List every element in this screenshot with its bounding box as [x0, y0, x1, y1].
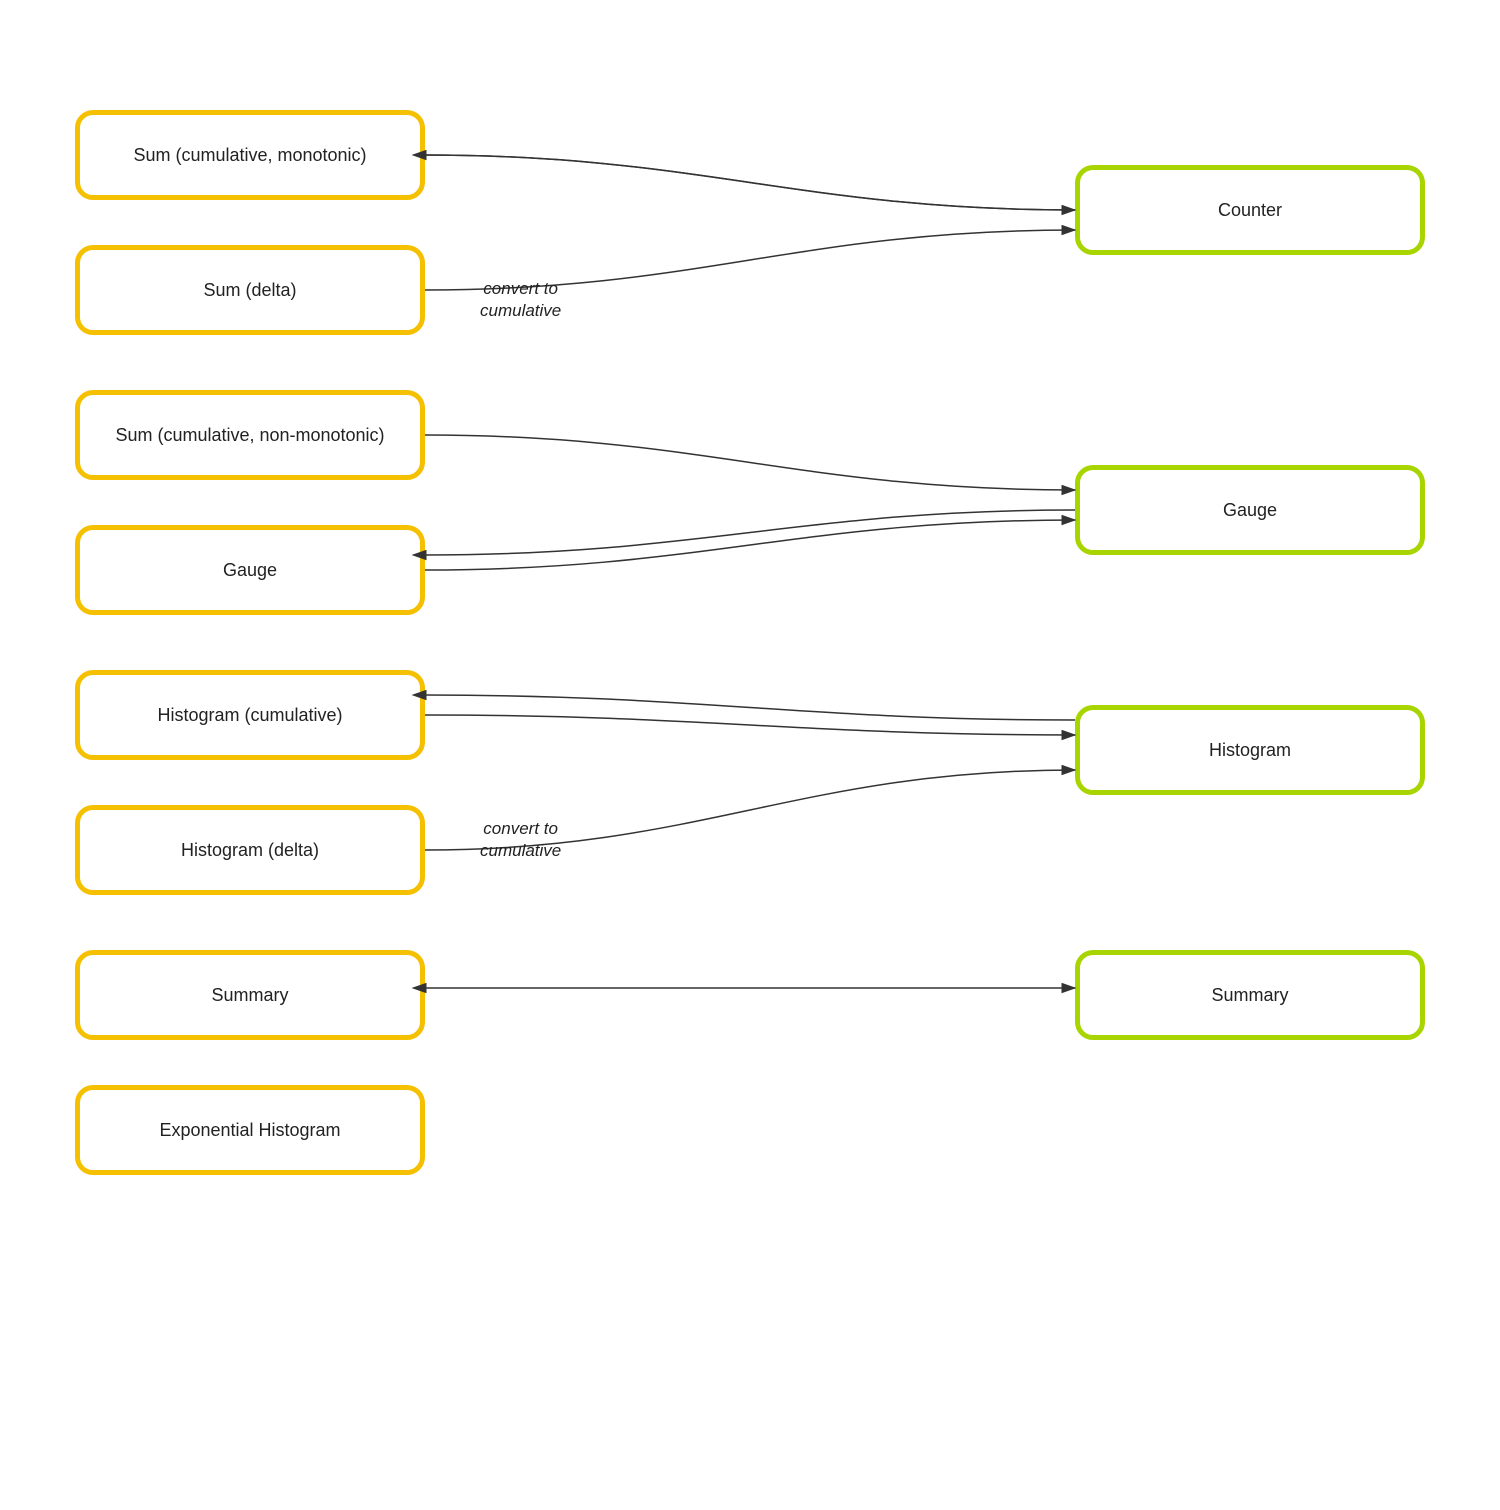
otel-box-sum-delta: Sum (delta) — [75, 245, 425, 335]
otel-box-histogram-cumulative: Histogram (cumulative) — [75, 670, 425, 760]
otel-box-sum-cumulative-monotonic: Sum (cumulative, monotonic) — [75, 110, 425, 200]
prom-box-histogram-prom: Histogram — [1075, 705, 1425, 795]
prom-box-counter: Counter — [1075, 165, 1425, 255]
otel-box-gauge: Gauge — [75, 525, 425, 615]
convert-label-histogram: convert tocumulative — [480, 818, 561, 862]
prom-box-gauge-prom: Gauge — [1075, 465, 1425, 555]
otel-box-exponential-histogram: Exponential Histogram — [75, 1085, 425, 1175]
otel-box-sum-cumulative-non-monotonic: Sum (cumulative, non-monotonic) — [75, 390, 425, 480]
prom-box-summary-prom: Summary — [1075, 950, 1425, 1040]
otel-box-histogram-delta: Histogram (delta) — [75, 805, 425, 895]
otel-box-summary: Summary — [75, 950, 425, 1040]
convert-label-counter: convert tocumulative — [480, 278, 561, 322]
